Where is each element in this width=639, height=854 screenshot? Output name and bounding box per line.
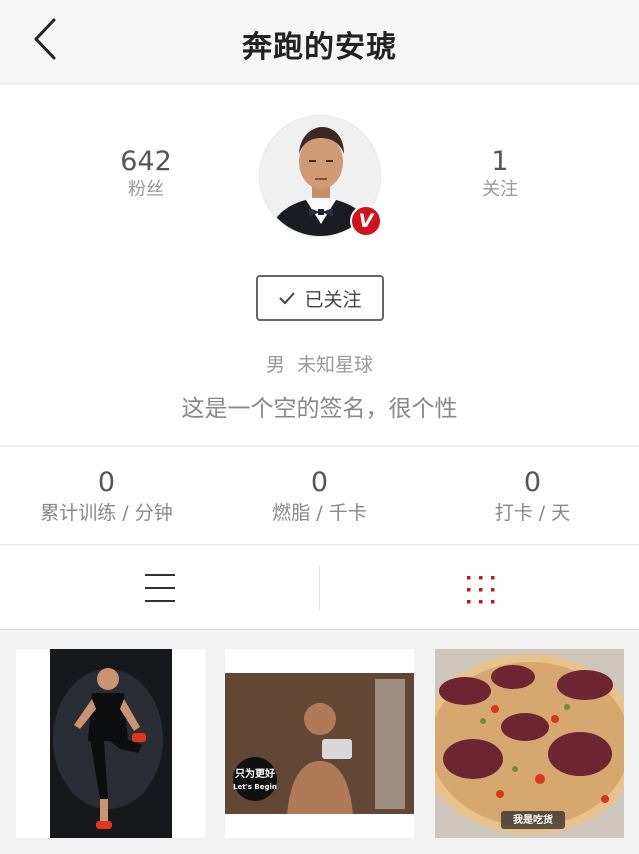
checkin-days-stat[interactable]: 0 打卡 / 天 [426,467,639,527]
photo-thumbnail[interactable]: 只为更好 Let's Begin [225,649,414,838]
tab-grid-view[interactable] [320,546,639,630]
following-label: 关注 [482,179,518,200]
following-count: 1 [491,146,509,177]
nav-bar: 奔跑的安琥 [0,0,639,84]
view-tabs [0,546,639,630]
training-minutes-stat[interactable]: 0 累计训练 / 分钟 [0,467,213,527]
calories-value: 0 [310,467,329,498]
followed-button-label: 已关注 [304,288,362,311]
fans-stat[interactable]: 642 粉丝 [76,147,216,203]
photo-tag-line2: Let's Begin [233,783,277,791]
fans-count: 642 [120,146,172,177]
location: 未知星球 [297,354,374,376]
fans-label: 粉丝 [128,179,164,200]
pizza-photo [435,649,624,838]
photo-grid: 只为更好 Let's Begin 我是吃货 [0,631,639,854]
following-stat[interactable]: 1 关注 [430,147,570,203]
signature: 这是一个空的签名，很个性 [181,396,458,422]
photo-thumbnail[interactable] [16,649,205,838]
photo-tag: 只为更好 Let's Begin [233,769,277,793]
gender: 男 [265,354,285,376]
photo-thumbnail[interactable]: 我是吃货 [435,649,624,838]
tab-list-view[interactable] [0,546,319,630]
calories-stat[interactable]: 0 燃脂 / 千卡 [213,467,426,527]
calories-label: 燃脂 / 千卡 [272,502,367,524]
user-info: 男未知星球 [0,350,639,377]
runner-photo [16,649,205,838]
followed-button[interactable]: 已关注 [256,275,384,321]
photo-tag-line1: 只为更好 [235,769,275,780]
training-stats: 0 累计训练 / 分钟 0 燃脂 / 千卡 0 打卡 / 天 [0,446,639,545]
checkin-days-value: 0 [523,467,542,498]
verified-badge: V [350,205,382,237]
selfie-photo [225,649,414,838]
checkmark-icon [279,292,296,305]
list-icon [145,574,175,602]
photo-tag: 我是吃货 [513,815,553,826]
profile-card: 642 粉丝 V 1 关注 已关注 男 未知星球 这是一个空的签名，很个性 [0,85,639,445]
training-minutes-label: 累计训练 / 分钟 [40,502,173,524]
grid-icon [467,576,495,604]
checkin-days-label: 打卡 / 天 [494,502,571,524]
page-title: 奔跑的安琥 [242,30,397,65]
training-minutes-value: 0 [97,467,116,498]
